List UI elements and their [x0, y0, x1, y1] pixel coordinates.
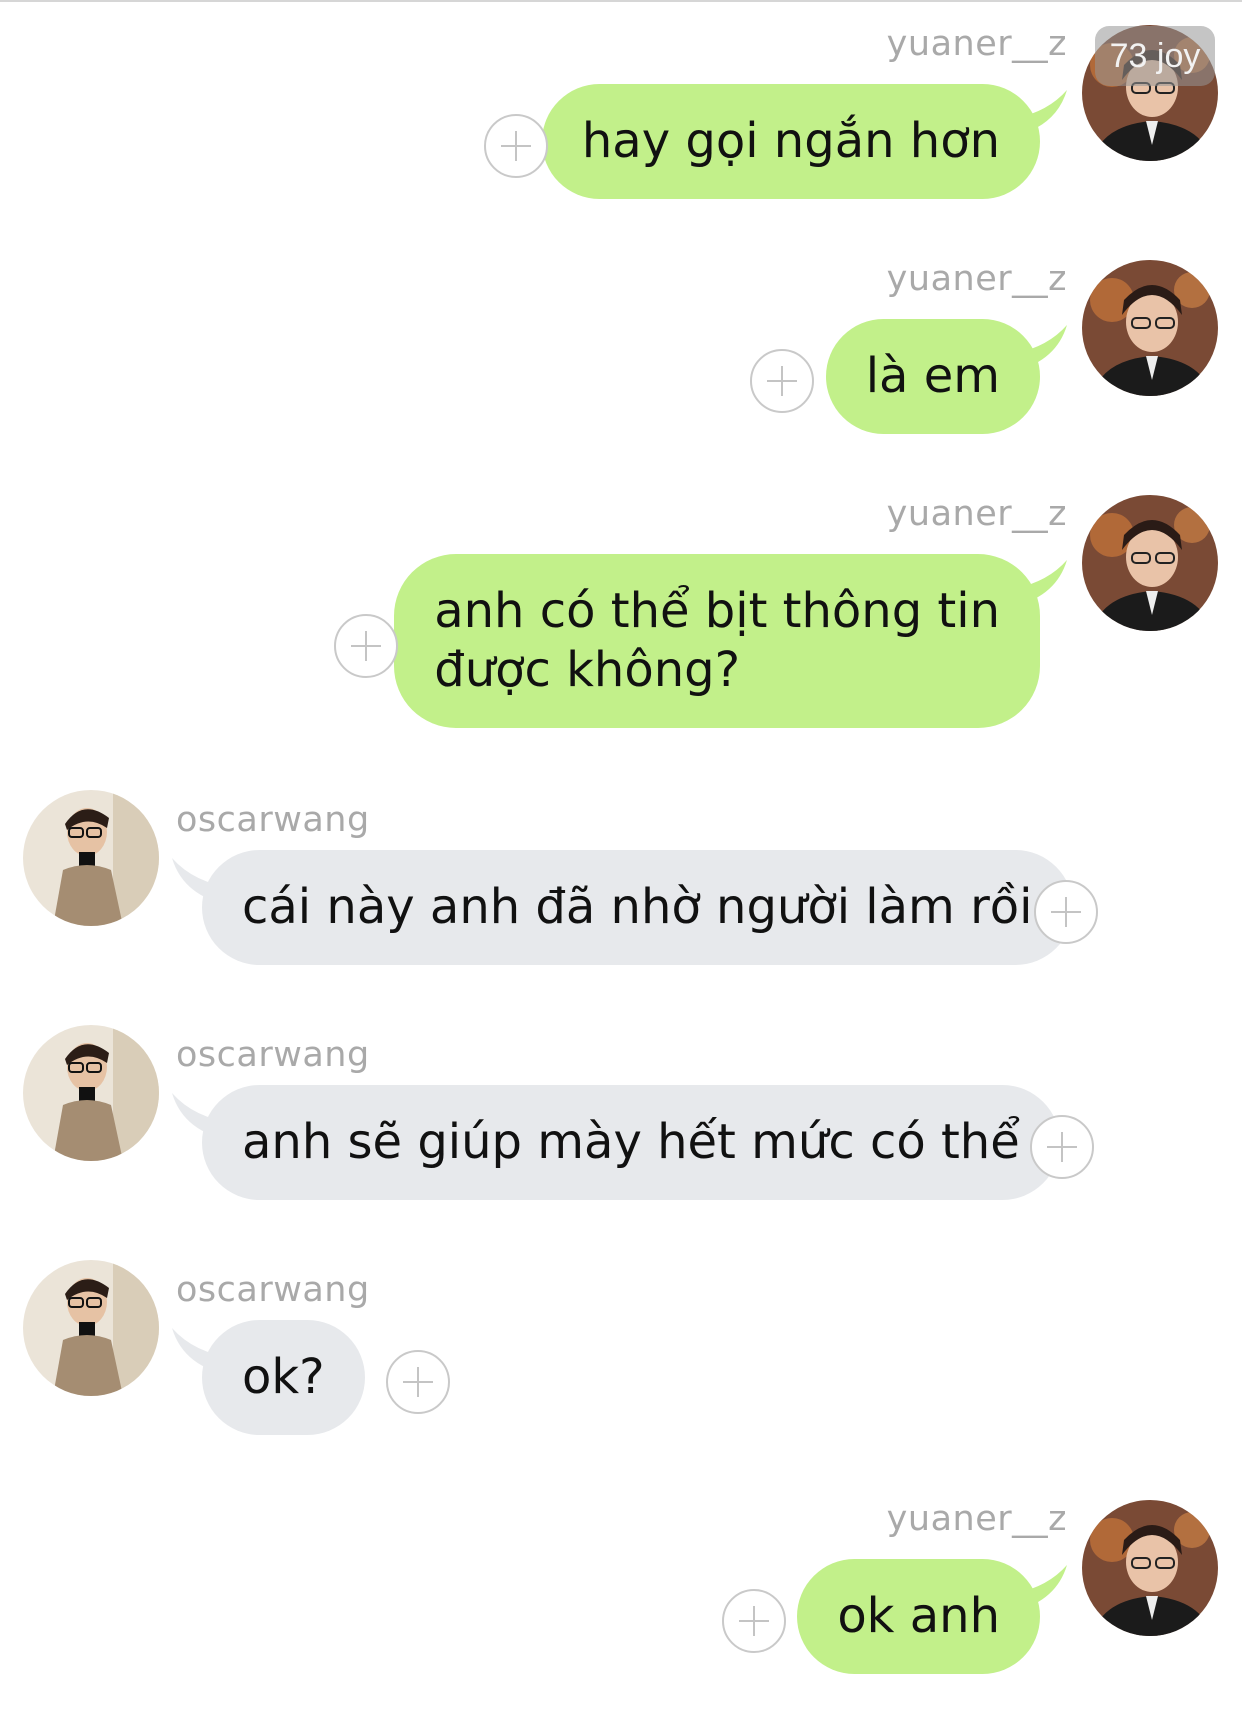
message-text-line-2: được không? — [434, 642, 741, 698]
sender-name: yuaner__z — [886, 494, 1067, 534]
avatar-yuaner[interactable] — [1082, 260, 1218, 396]
sender-name: oscarwang — [176, 1270, 370, 1310]
message-bubble[interactable]: cái này anh đã nhờ người làm rồi — [202, 850, 1073, 965]
message-bubble[interactable]: anh có thể bịt thông tin được không? — [394, 554, 1040, 728]
sender-name: yuaner__z — [886, 1499, 1067, 1539]
plus-circle-icon[interactable] — [484, 114, 548, 178]
message-text: ok? — [242, 1349, 325, 1405]
avatar-oscarwang[interactable] — [23, 1260, 159, 1396]
plus-circle-icon[interactable] — [1030, 1115, 1094, 1179]
plus-circle-icon[interactable] — [386, 1350, 450, 1414]
chat-thread: yuaner__z hay gọi ngắn hơn yuaner__z là … — [0, 0, 1242, 1711]
message-text-line-1: anh có thể bịt thông tin — [434, 583, 1000, 639]
message-text: hay gọi ngắn hơn — [581, 113, 1000, 169]
sender-name: oscarwang — [176, 1035, 370, 1075]
watermark-label: 73 joy — [1095, 26, 1215, 86]
message-bubble[interactable]: anh sẽ giúp mày hết mức có thể — [202, 1085, 1060, 1200]
plus-circle-icon[interactable] — [722, 1589, 786, 1653]
message-bubble[interactable]: ok? — [202, 1320, 365, 1435]
message-text: ok anh — [837, 1588, 1000, 1644]
sender-name: yuaner__z — [886, 259, 1067, 299]
message-text: là em — [865, 348, 1000, 404]
message-bubble[interactable]: ok anh — [797, 1559, 1040, 1674]
message-text: anh sẽ giúp mày hết mức có thể — [242, 1114, 1020, 1170]
top-divider — [0, 0, 1242, 2]
message-bubble[interactable]: là em — [825, 319, 1040, 434]
avatar-yuaner[interactable] — [1082, 1500, 1218, 1636]
avatar-oscarwang[interactable] — [23, 1025, 159, 1161]
plus-circle-icon[interactable] — [750, 349, 814, 413]
sender-name: yuaner__z — [886, 24, 1067, 64]
message-text: cái này anh đã nhờ người làm rồi — [242, 879, 1033, 935]
avatar-yuaner[interactable] — [1082, 495, 1218, 631]
avatar-oscarwang[interactable] — [23, 790, 159, 926]
sender-name: oscarwang — [176, 800, 370, 840]
plus-circle-icon[interactable] — [334, 614, 398, 678]
message-bubble[interactable]: hay gọi ngắn hơn — [541, 84, 1040, 199]
plus-circle-icon[interactable] — [1034, 880, 1098, 944]
